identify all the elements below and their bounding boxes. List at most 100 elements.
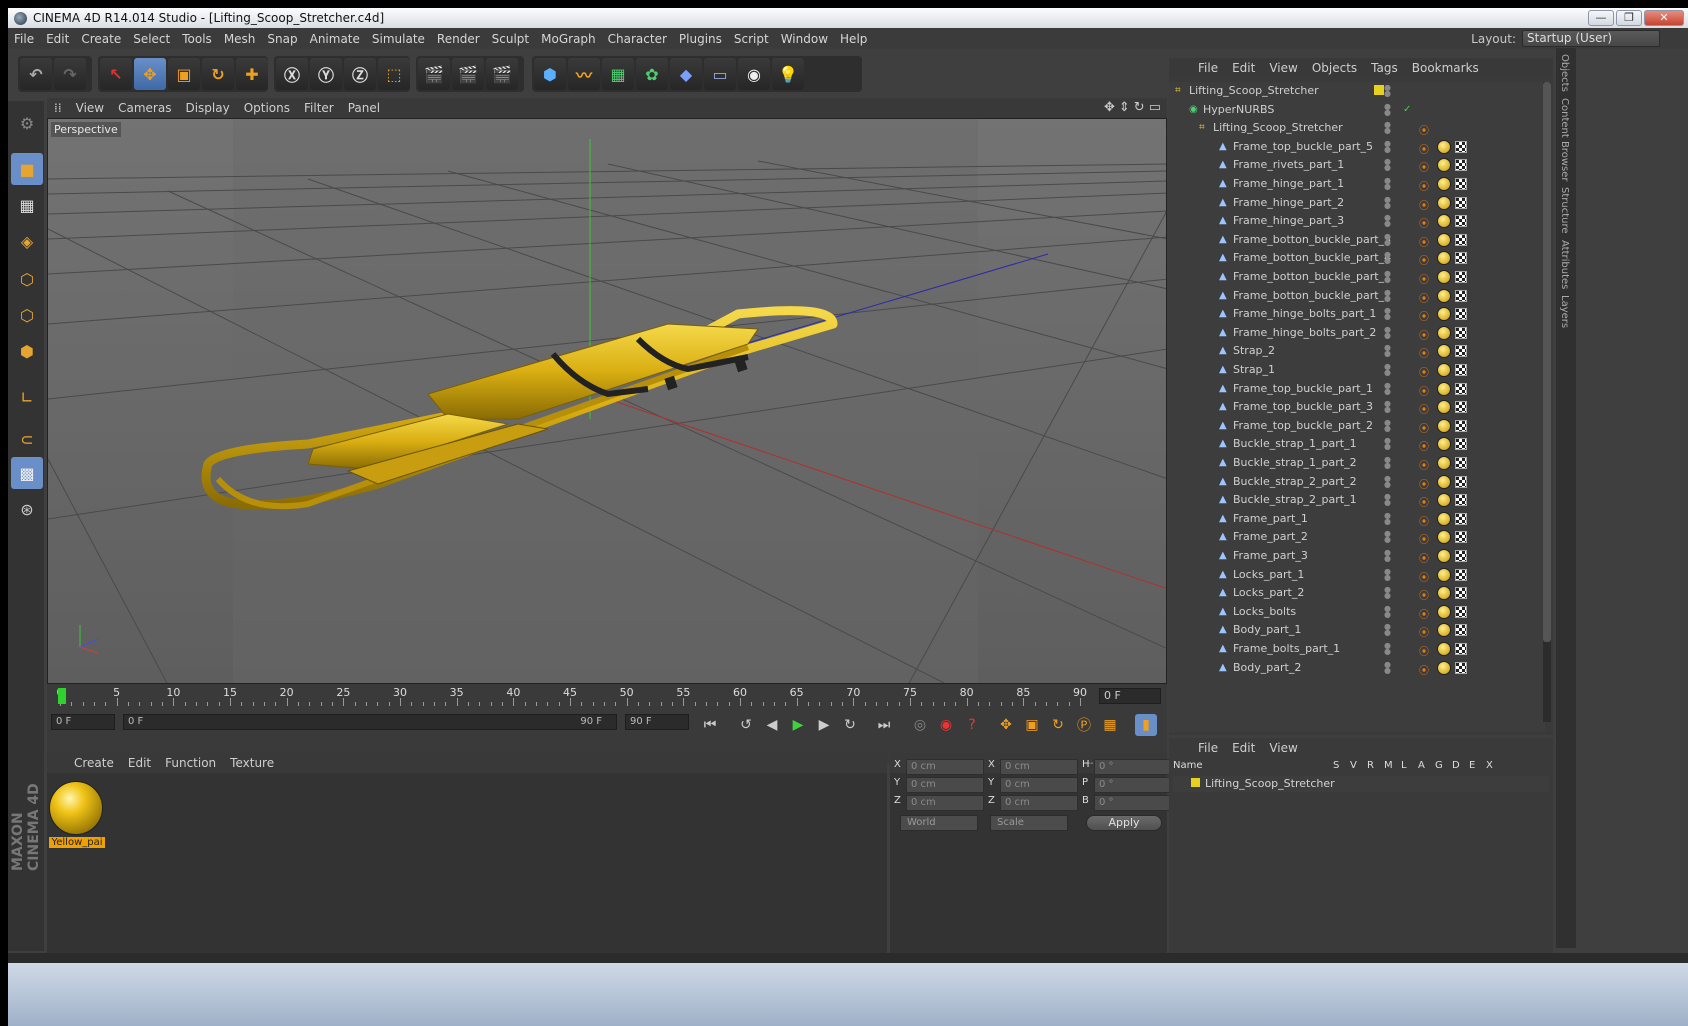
viewport-menu-view[interactable]: View — [69, 101, 111, 115]
texture-tag-icon[interactable] — [1455, 308, 1467, 321]
coord-value-field[interactable]: 0 cm — [906, 777, 984, 793]
visibility-dots-icon[interactable]: ● ● — [1384, 270, 1394, 284]
visibility-dots-icon[interactable]: ● ● — [1384, 363, 1394, 377]
menu-mesh[interactable]: Mesh — [218, 32, 262, 46]
material-tag-icon[interactable] — [1437, 511, 1451, 526]
deformer-icon[interactable]: ◆ — [670, 58, 702, 90]
layer-col-a[interactable]: A — [1418, 760, 1435, 774]
material-tag-icon[interactable] — [1437, 549, 1451, 563]
visibility-dots-icon[interactable]: ● ● — [1384, 325, 1394, 339]
snap-settings-icon[interactable]: ⊛ — [11, 493, 43, 525]
phong-tag-icon[interactable]: ⦿ — [1419, 159, 1429, 174]
phong-tag-icon[interactable]: ⦿ — [1419, 476, 1429, 491]
phong-tag-icon[interactable]: ⦿ — [1419, 197, 1429, 212]
material-tag-icon[interactable] — [1437, 437, 1451, 452]
object-row[interactable]: ▲ Frame_botton_buckle_part_3 ● ● ⦿ — [1169, 231, 1545, 250]
object-row[interactable]: ▲ Frame_top_buckle_part_5 ● ● ⦿ — [1169, 138, 1545, 157]
phong-tag-icon[interactable]: ⦿ — [1419, 401, 1429, 416]
visibility-dots-icon[interactable]: ● ● — [1384, 530, 1394, 544]
material-tag-icon[interactable] — [1437, 251, 1451, 266]
texture-tag-icon[interactable] — [1455, 345, 1467, 358]
object-row[interactable]: ▲ Locks_bolts ● ● ⦿ — [1169, 603, 1545, 622]
autokey-icon[interactable]: ◉ — [935, 714, 957, 736]
texture-tag-icon[interactable] — [1455, 233, 1467, 246]
visibility-dots-icon[interactable]: ● ● — [1384, 288, 1394, 302]
menu-select[interactable]: Select — [127, 32, 176, 46]
object-row[interactable]: ▲ Frame_top_buckle_part_1 ● ● ⦿ — [1169, 380, 1545, 399]
object-row[interactable]: ▲ Frame_botton_buckle_part_4 ● ● ⦿ — [1169, 249, 1545, 268]
maximize-view-icon[interactable]: ▭ — [1149, 100, 1161, 115]
coord-value-field[interactable]: 0 cm — [906, 795, 984, 811]
menu-character[interactable]: Character — [602, 32, 673, 46]
visibility-dots-icon[interactable]: ● ● — [1384, 251, 1394, 265]
material-menu-edit[interactable]: Edit — [121, 756, 158, 770]
material-tag-icon[interactable] — [1437, 307, 1451, 322]
render-view-icon[interactable]: 🎬 — [418, 58, 450, 90]
visibility-dots-icon[interactable]: ● ● — [1384, 660, 1394, 674]
object-menu-tags[interactable]: Tags — [1364, 61, 1405, 75]
menu-window[interactable]: Window — [775, 32, 834, 46]
visibility-dots-icon[interactable]: ● ● — [1384, 493, 1394, 507]
material-tag-icon[interactable] — [1437, 604, 1451, 619]
phong-tag-icon[interactable]: ⦿ — [1419, 234, 1429, 249]
layer-menu-edit[interactable]: Edit — [1225, 741, 1262, 755]
material-tag-icon[interactable] — [1437, 381, 1451, 396]
object-row[interactable]: ▲ Strap_1 ● ● ⦿ — [1169, 361, 1545, 380]
material-tag-icon[interactable] — [1437, 195, 1451, 210]
visibility-dots-icon[interactable]: ● ● — [1384, 456, 1394, 470]
layer-menu-file[interactable]: File — [1191, 741, 1225, 755]
y-axis-lock-icon[interactable]: Ⓨ — [310, 58, 342, 90]
phong-tag-icon[interactable]: ⦿ — [1419, 513, 1429, 528]
phong-tag-icon[interactable]: ⦿ — [1419, 364, 1429, 379]
render-picture-viewer-icon[interactable]: 🎬 — [452, 58, 484, 90]
phong-tag-icon[interactable]: ⦿ — [1419, 494, 1429, 509]
apply-button[interactable]: Apply — [1086, 815, 1162, 831]
visibility-dots-icon[interactable]: ● ● — [1384, 232, 1394, 246]
coord-value-field[interactable]: 0 ° — [1094, 777, 1172, 793]
side-tab-layers[interactable]: Layers — [1559, 295, 1570, 328]
play-icon[interactable]: ▶ — [787, 714, 809, 736]
side-tab-content-browser[interactable]: Content Browser — [1559, 98, 1570, 181]
visibility-dots-icon[interactable]: ● ● — [1384, 549, 1394, 563]
material-menu-texture[interactable]: Texture — [223, 756, 281, 770]
visibility-dots-icon[interactable]: ● ● — [1384, 158, 1394, 172]
layer-color-swatch[interactable] — [1191, 778, 1200, 787]
layer-col-s[interactable]: S — [1333, 760, 1350, 774]
layer-col-e[interactable]: E — [1469, 760, 1486, 774]
material-tag-icon[interactable] — [1437, 270, 1451, 284]
menu-script[interactable]: Script — [728, 32, 775, 46]
material-tag-icon[interactable] — [1437, 232, 1451, 247]
visibility-dots-icon[interactable]: ● ● — [1384, 586, 1394, 600]
dolly-icon[interactable]: ⇕ — [1119, 100, 1130, 115]
orbit-icon[interactable]: ↻ — [1134, 100, 1145, 115]
coord-value-field[interactable]: 0 cm — [906, 759, 984, 775]
object-row[interactable]: ▲ Buckle_strap_1_part_2 ● ● ⦿ — [1169, 454, 1545, 473]
pan-icon[interactable]: ✥ — [1104, 100, 1115, 115]
visibility-dots-icon[interactable]: ● ● — [1384, 344, 1394, 358]
side-tab-attributes[interactable]: Attributes — [1559, 240, 1570, 289]
object-menu-edit[interactable]: Edit — [1225, 61, 1262, 75]
panel-grip-icon[interactable]: ⁞⁞ — [47, 101, 69, 115]
visibility-dots-icon[interactable]: ● ● — [1384, 84, 1394, 98]
axis-mode-icon[interactable]: ∟ — [11, 381, 43, 413]
visibility-dots-icon[interactable]: ● ● — [1384, 418, 1394, 432]
phong-tag-icon[interactable]: ⦿ — [1419, 122, 1429, 137]
edges-mode-icon[interactable]: ⬡ — [11, 299, 43, 331]
light-icon[interactable]: 💡 — [772, 58, 804, 90]
object-row[interactable]: ▲ Frame_hinge_part_1 ● ● ⦿ — [1169, 175, 1545, 194]
end-frame-field[interactable]: 90 F — [625, 714, 689, 730]
make-editable-icon[interactable]: ⚙ — [11, 107, 43, 139]
layer-col-l[interactable]: L — [1401, 760, 1418, 774]
goto-end-icon[interactable]: ⏭ — [873, 714, 895, 736]
prev-frame-icon[interactable]: ◀ — [761, 714, 783, 736]
object-row[interactable]: ▲ Locks_part_1 ● ● ⦿ — [1169, 566, 1545, 585]
material-tag-icon[interactable] — [1437, 400, 1451, 415]
menu-edit[interactable]: Edit — [40, 32, 75, 46]
menu-file[interactable]: File — [8, 32, 40, 46]
object-row[interactable]: ⌗ Lifting_Scoop_Stretcher ● ● — [1169, 82, 1545, 101]
object-row[interactable]: ▲ Body_part_1 ● ● ⦿ — [1169, 621, 1545, 640]
side-tab-structure[interactable]: Structure — [1559, 187, 1570, 234]
texture-mode-icon[interactable]: ▦ — [11, 189, 43, 221]
phong-tag-icon[interactable]: ⦿ — [1419, 662, 1429, 677]
menu-mograph[interactable]: MoGraph — [535, 32, 602, 46]
